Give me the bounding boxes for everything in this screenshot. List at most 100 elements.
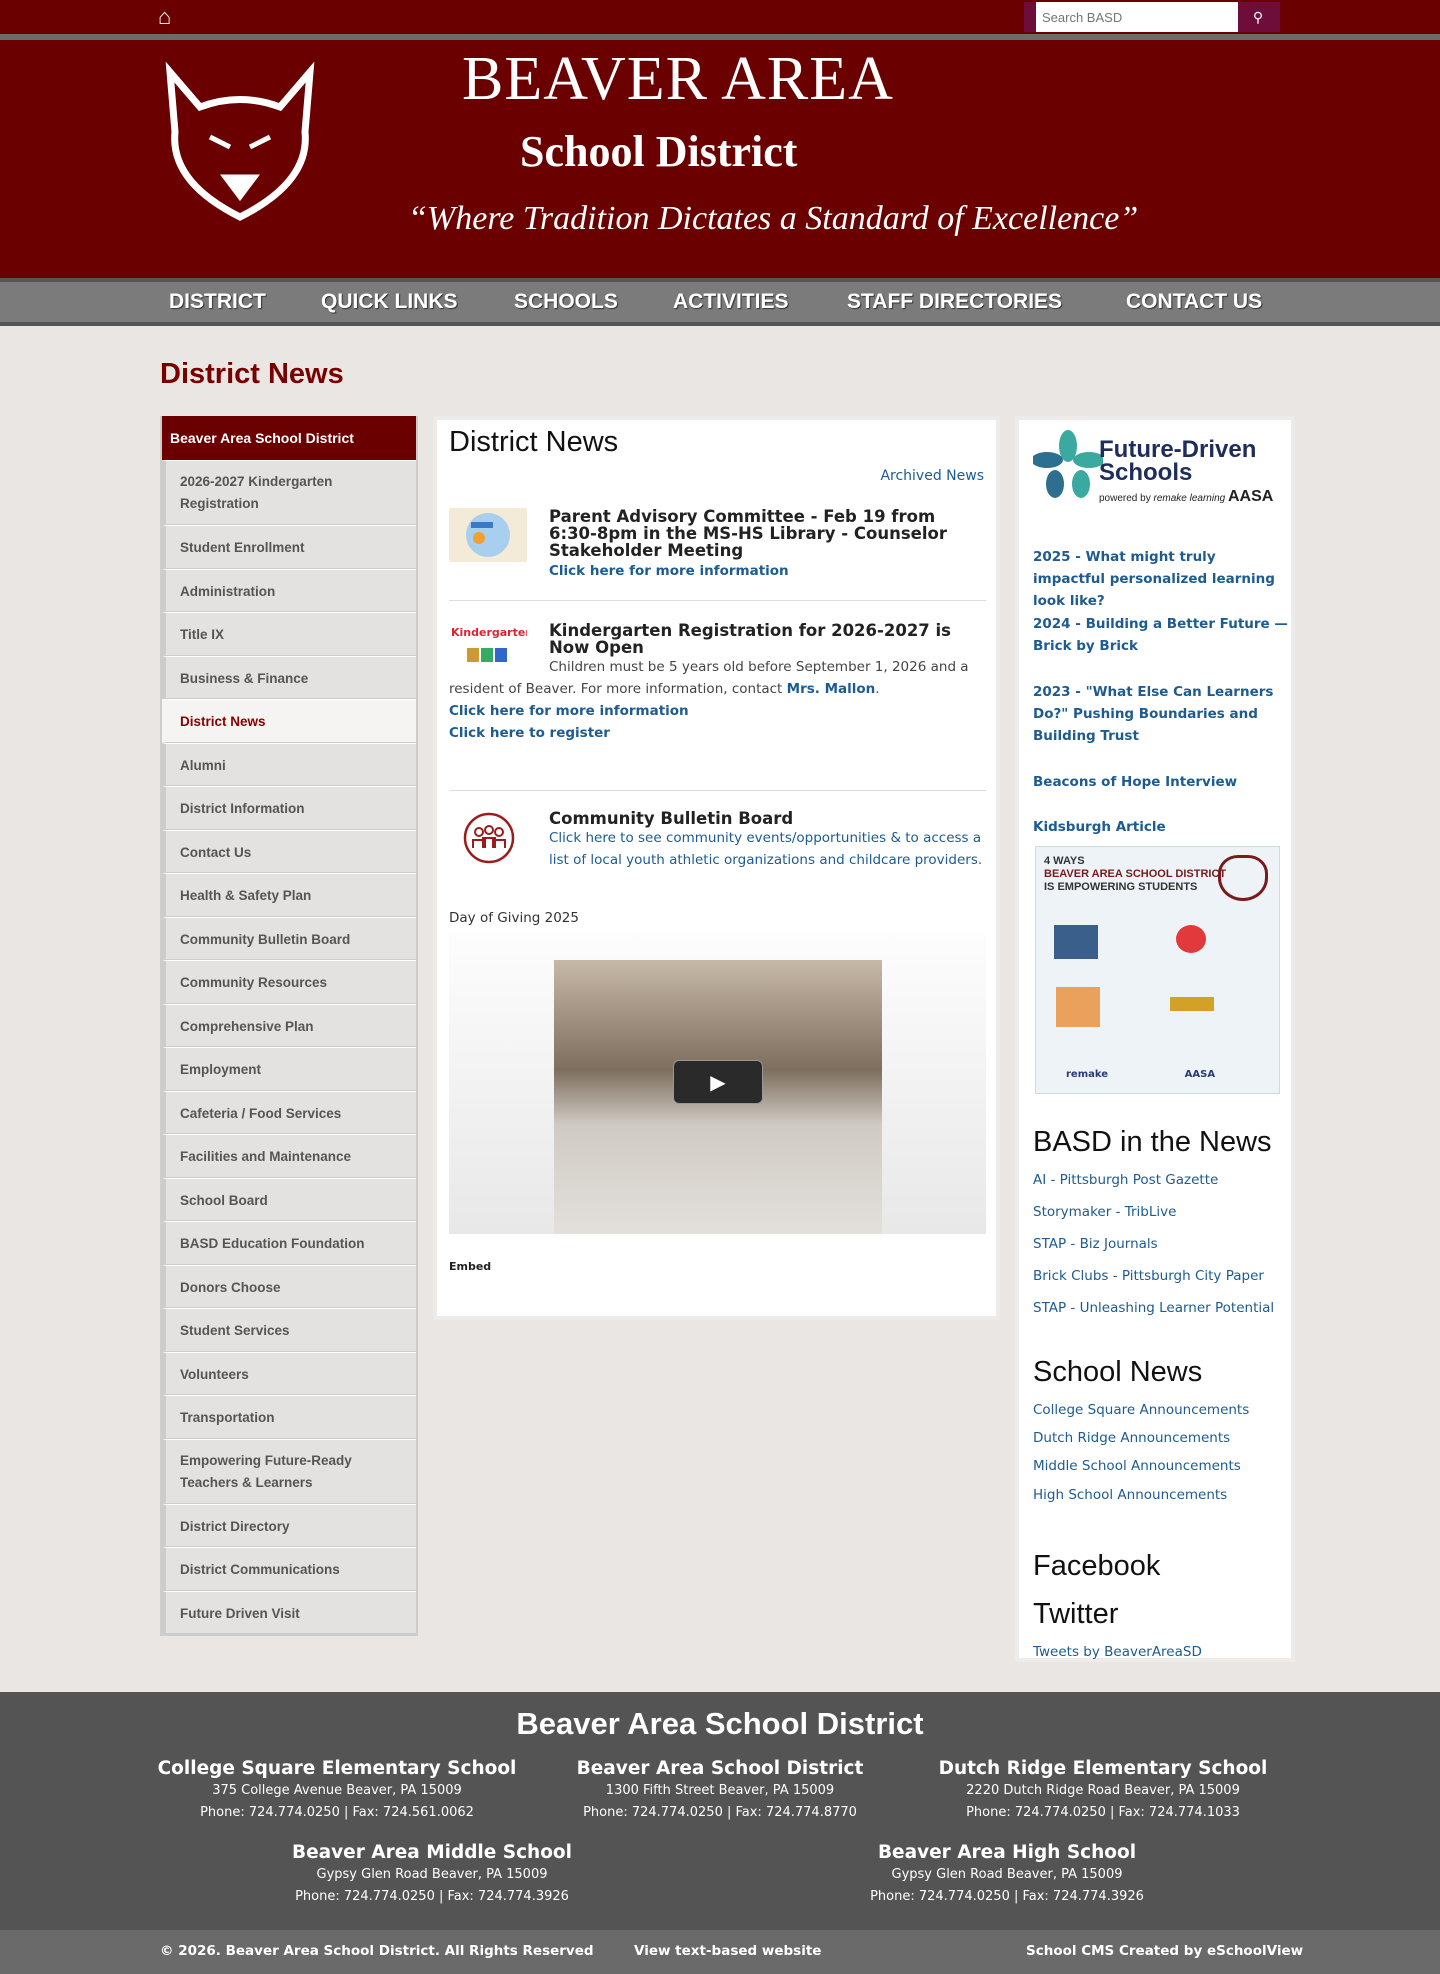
sidebar-item[interactable]: Administration (162, 568, 416, 612)
sidebar-item[interactable]: Comprehensive Plan (162, 1003, 416, 1047)
sidebar-item[interactable]: Transportation (162, 1395, 416, 1439)
basd-news-link[interactable]: Storymaker - TribLive (1033, 1204, 1176, 1220)
community-group-icon[interactable] (449, 810, 527, 864)
school-phone: Phone: 724.774.0250 | Fax: 724.774.3926 (295, 1889, 569, 1904)
svg-text:Kindergarten!: Kindergarten! (451, 626, 527, 639)
basd-news-link[interactable]: Brick Clubs - Pittsburgh City Paper (1033, 1268, 1264, 1284)
sidebar-item[interactable]: 2026-2027 Kindergarten Registration (162, 460, 416, 525)
school-address: 375 College Avenue Beaver, PA 15009 (212, 1783, 462, 1798)
school-news-link[interactable]: College Square Announcements (1033, 1402, 1249, 1418)
footer-title: Beaver Area School District (516, 1706, 924, 1741)
copyright: © 2026. Beaver Area School District. All… (160, 1943, 594, 1959)
kidsburgh-link[interactable]: Kidsburgh Article (1033, 816, 1288, 838)
sidebar-item[interactable]: Alumni (162, 742, 416, 786)
bobcat-logo[interactable] (160, 62, 320, 222)
school-phone: Phone: 724.774.0250 | Fax: 724.774.3926 (870, 1889, 1144, 1904)
nav-staff-directories[interactable]: STAFF DIRECTORIES (847, 290, 1062, 314)
news-title[interactable]: Community Bulletin Board (549, 810, 986, 827)
school-news-link[interactable]: Dutch Ridge Announcements (1033, 1430, 1230, 1446)
future-driven-link[interactable]: 2023 - "What Else Can Learners Do?" Push… (1033, 681, 1288, 747)
robot-kit-icon (1054, 925, 1098, 959)
sidebar-item[interactable]: Empowering Future-Ready Teachers & Learn… (162, 1438, 416, 1504)
bottom-bar: © 2026. Beaver Area School District. All… (0, 1930, 1440, 1974)
main-nav: DISTRICT QUICK LINKS SCHOOLS ACTIVITIES … (0, 278, 1440, 326)
news-title[interactable]: Parent Advisory Committee - Feb 19 from … (549, 508, 986, 559)
school-phone: Phone: 724.774.0250 | Fax: 724.561.0062 (200, 1805, 474, 1820)
future-driven-link[interactable]: 2025 - What might truly impactful person… (1033, 546, 1288, 612)
basd-news-link[interactable]: STAP - Unleashing Learner Potential (1033, 1300, 1274, 1316)
site-header: BEAVER AREA School District “Where Tradi… (0, 40, 1440, 278)
cms-credit-link[interactable]: School CMS Created by eSchoolView (1026, 1943, 1303, 1959)
sidebar-item[interactable]: District Communications (162, 1547, 416, 1591)
sidebar-item[interactable]: Student Services (162, 1308, 416, 1352)
more-info-link[interactable]: Click here for more information (449, 700, 986, 722)
sidebar-item[interactable]: Student Enrollment (162, 525, 416, 569)
home-icon[interactable]: ⌂ (158, 4, 171, 30)
nav-quick-links[interactable]: QUICK LINKS (321, 290, 458, 314)
sidebar-item[interactable]: School Board (162, 1177, 416, 1221)
search-icon[interactable]: ⚲ (1240, 2, 1276, 32)
drone-icon (1170, 997, 1214, 1011)
twitter-heading: Twitter (1033, 1598, 1119, 1630)
embed-label[interactable]: Embed (449, 1260, 986, 1273)
school-news-link[interactable]: Middle School Announcements (1033, 1458, 1241, 1474)
sidebar-item[interactable]: Title IX (162, 612, 416, 656)
news-item: Parent Advisory Committee - Feb 19 from … (449, 508, 986, 579)
basd-news-link[interactable]: AI - Pittsburgh Post Gazette (1033, 1172, 1218, 1188)
sidebar-item[interactable]: Cafeteria / Food Services (162, 1090, 416, 1134)
nav-contact-us[interactable]: CONTACT US (1126, 290, 1262, 314)
sidebar-item-active[interactable]: District News (162, 699, 416, 743)
sidebar-item[interactable]: Community Resources (162, 960, 416, 1004)
sidebar-item[interactable]: Business & Finance (162, 655, 416, 699)
sidebar-item[interactable]: Contact Us (162, 829, 416, 873)
school-address: Gypsy Glen Road Beaver, PA 15009 (316, 1867, 548, 1882)
future-driven-link[interactable]: 2024 - Building a Better Future — Brick … (1033, 613, 1288, 657)
beacons-of-hope-link[interactable]: Beacons of Hope Interview (1033, 771, 1288, 793)
right-sidebar: Future-Driven Schools powered by remake l… (1015, 416, 1295, 1662)
school-phone: Phone: 724.774.0250 | Fax: 724.774.1033 (966, 1805, 1240, 1820)
school-name: Beaver Area High School (877, 1842, 1137, 1863)
sidebar-item[interactable]: Community Bulletin Board (162, 916, 416, 960)
market-icon (1056, 987, 1100, 1027)
sidebar-header[interactable]: Beaver Area School District (162, 416, 416, 460)
sidebar-item[interactable]: District Directory (162, 1503, 416, 1547)
news-thumbnail-image[interactable] (449, 508, 527, 562)
school-address: 2220 Dutch Ridge Road Beaver, PA 15009 (966, 1783, 1240, 1798)
basd-news-link[interactable]: STAP - Biz Journals (1033, 1236, 1158, 1252)
nav-schools[interactable]: SCHOOLS (514, 290, 618, 314)
sidebar-item[interactable]: Volunteers (162, 1351, 416, 1395)
sidebar-item[interactable]: District Information (162, 786, 416, 830)
site-title: BEAVER AREA (462, 45, 894, 113)
sidebar-item[interactable]: Employment (162, 1047, 416, 1091)
school-news-link[interactable]: High School Announcements (1033, 1487, 1227, 1503)
text-site-link[interactable]: View text-based website (634, 1943, 821, 1959)
footer-school: Dutch Ridge Elementary School 2220 Dutch … (893, 1758, 1313, 1824)
divider (449, 790, 986, 791)
page-title: District News (160, 358, 344, 390)
search-box: ⚲ (1024, 2, 1280, 32)
sidebar-item[interactable]: Future Driven Visit (162, 1590, 416, 1634)
sidebar-item[interactable]: Donors Choose (162, 1264, 416, 1308)
video-caption: Day of Giving 2025 (449, 910, 579, 926)
more-info-link[interactable]: Click here for more information (549, 563, 986, 579)
nav-activities[interactable]: ACTIVITIES (673, 290, 789, 314)
bulletin-link[interactable]: Click here to see community events/oppor… (549, 827, 986, 871)
empowering-students-infographic[interactable]: 4 WAYS BEAVER AREA SCHOOL DISTRICT IS EM… (1035, 846, 1280, 1094)
archived-news-link[interactable]: Archived News (880, 468, 984, 484)
school-name: Beaver Area School District (576, 1758, 864, 1779)
news-body: Children must be 5 years old before Sept… (449, 659, 969, 697)
kindergarten-thumbnail-image[interactable]: Kindergarten! (449, 622, 538, 676)
tweets-link[interactable]: Tweets by BeaverAreaSD (1033, 1644, 1202, 1660)
search-input[interactable] (1036, 2, 1238, 32)
future-driven-schools-logo[interactable]: Future-Driven Schools powered by remake l… (1033, 428, 1283, 518)
contact-link[interactable]: Mrs. Mallon (787, 681, 876, 697)
footer-school: Beaver Area High School Gypsy Glen Road B… (797, 1842, 1217, 1908)
news-title[interactable]: Kindergarten Registration for 2026-2027 … (549, 622, 986, 656)
register-link[interactable]: Click here to register (449, 722, 986, 744)
sidebar-item[interactable]: BASD Education Foundation (162, 1221, 416, 1265)
sidebar-item[interactable]: Facilities and Maintenance (162, 1134, 416, 1178)
nav-district[interactable]: DISTRICT (169, 290, 266, 314)
sidebar-item[interactable]: Health & Safety Plan (162, 873, 416, 917)
video-player[interactable]: ▶ (449, 932, 986, 1234)
play-icon[interactable]: ▶ (673, 1060, 763, 1104)
